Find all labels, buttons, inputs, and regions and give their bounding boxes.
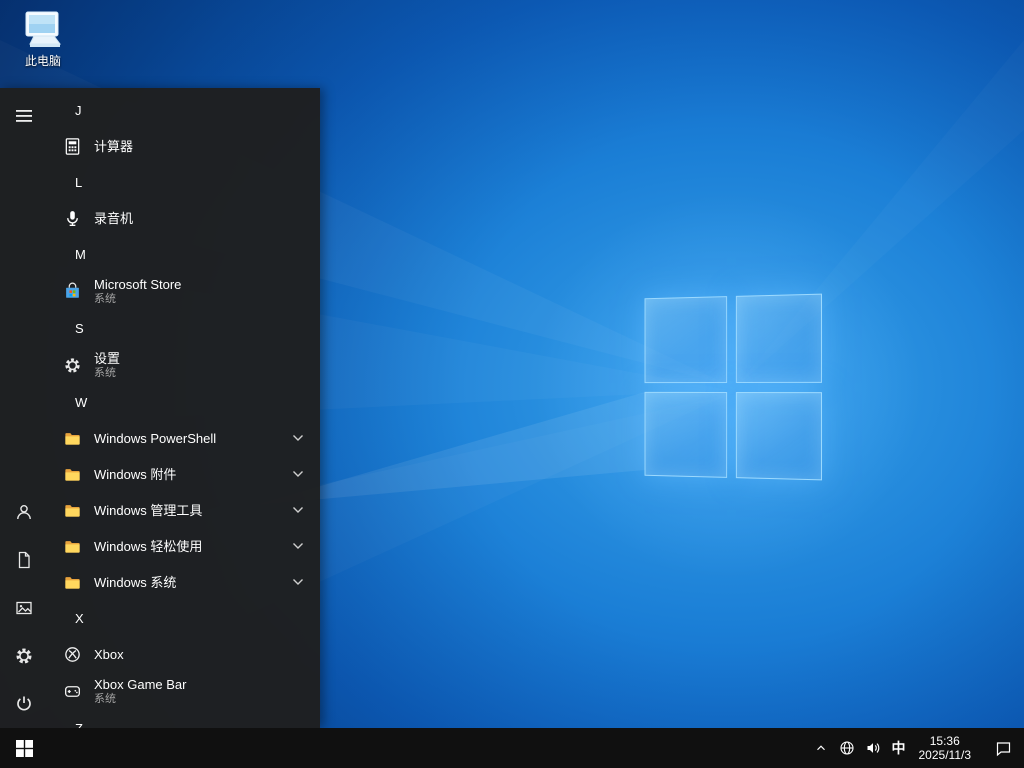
start-menu-folder-windows-accessories[interactable]: Windows 附件 (48, 456, 320, 492)
tray-volume-button[interactable] (860, 728, 886, 768)
folder-icon (60, 570, 84, 594)
power-button[interactable] (0, 680, 48, 728)
system-tray: 中 15:36 2025/11/3 (808, 728, 1024, 768)
section-letter-J[interactable]: J (48, 92, 320, 128)
app-sublabel: 系统 (94, 693, 187, 706)
folder-icon (60, 462, 84, 486)
section-letter-M[interactable]: M (48, 236, 320, 272)
app-label: Windows 附件 (94, 467, 176, 482)
this-pc-icon (20, 8, 66, 52)
store-icon (60, 279, 84, 303)
section-letter-label: J (75, 103, 82, 118)
xbox-icon (60, 642, 84, 666)
app-label: 计算器 (94, 139, 133, 154)
start-menu-item-xbox[interactable]: Xbox (48, 636, 320, 672)
start-menu-item-xbox-game-bar[interactable]: Xbox Game Bar 系统 (48, 672, 320, 710)
section-letter-X[interactable]: X (48, 600, 320, 636)
app-label: Windows 管理工具 (94, 503, 202, 518)
gear-icon (60, 353, 84, 377)
tray-ime-indicator[interactable]: 中 (886, 728, 912, 768)
start-menu-app-list: J 计算器 L 录音机 M Microsoft Store 系统 S 设置 系统… (48, 88, 320, 728)
section-letter-S[interactable]: S (48, 310, 320, 346)
app-label: Xbox Game Bar (94, 677, 187, 692)
windows-logo-pane (735, 294, 822, 383)
chevron-down-icon (292, 542, 304, 550)
documents-icon (14, 550, 34, 570)
chevron-down-icon (292, 434, 304, 442)
calculator-icon (60, 134, 84, 158)
app-label: 录音机 (94, 211, 133, 226)
section-letter-L[interactable]: L (48, 164, 320, 200)
windows-logo-pane (735, 392, 822, 481)
volume-icon (865, 740, 881, 756)
tray-clock[interactable]: 15:36 2025/11/3 (912, 728, 979, 768)
start-menu-item-settings[interactable]: 设置 系统 (48, 346, 320, 384)
power-icon (14, 694, 34, 714)
start-menu-rail (0, 88, 48, 728)
user-account-button[interactable] (0, 488, 48, 536)
start-menu-folder-windows-ease-of-access[interactable]: Windows 轻松使用 (48, 528, 320, 564)
app-label: Microsoft Store (94, 277, 181, 292)
network-icon (839, 740, 855, 756)
app-sublabel: 系统 (94, 293, 181, 306)
chevron-down-icon (292, 470, 304, 478)
settings-gear-icon (14, 646, 34, 666)
pictures-button[interactable] (0, 584, 48, 632)
start-menu-item-microsoft-store[interactable]: Microsoft Store 系统 (48, 272, 320, 310)
hamburger-icon (16, 110, 32, 122)
start-menu-folder-windows-powershell[interactable]: Windows PowerShell (48, 420, 320, 456)
section-letter-label: Z (75, 721, 83, 729)
start-button[interactable] (0, 728, 48, 768)
start-menu-item-voice-recorder[interactable]: 录音机 (48, 200, 320, 236)
user-icon (14, 502, 34, 522)
desktop-icon-label: 此电脑 (6, 54, 80, 69)
clock-time: 15:36 (930, 734, 960, 748)
windows-start-icon (16, 740, 33, 757)
start-menu-item-calculator[interactable]: 计算器 (48, 128, 320, 164)
microphone-icon (60, 206, 84, 230)
tray-show-hidden-icons-button[interactable] (808, 728, 834, 768)
ime-label: 中 (892, 738, 906, 758)
app-label: 设置 (94, 351, 120, 366)
app-sublabel: 系统 (94, 367, 120, 380)
section-letter-label: S (75, 321, 84, 336)
folder-icon (60, 498, 84, 522)
folder-icon (60, 426, 84, 450)
windows-logo-pane (645, 296, 727, 382)
section-letter-Z[interactable]: Z (48, 710, 320, 728)
chevron-up-icon (814, 741, 828, 755)
section-letter-label: X (75, 611, 84, 626)
section-letter-label: L (75, 175, 82, 190)
menu-expand-button[interactable] (0, 92, 48, 140)
windows-logo (645, 294, 822, 481)
section-letter-label: M (75, 247, 86, 262)
taskbar: 中 15:36 2025/11/3 (0, 728, 1024, 768)
app-label: Windows 轻松使用 (94, 539, 202, 554)
section-letter-label: W (75, 395, 87, 410)
chevron-down-icon (292, 578, 304, 586)
app-label: Xbox (94, 647, 124, 662)
app-label: Windows 系统 (94, 575, 176, 590)
tray-network-button[interactable] (834, 728, 860, 768)
action-center-icon (995, 740, 1012, 757)
xbox-game-bar-icon (60, 679, 84, 703)
start-menu-folder-windows-system[interactable]: Windows 系统 (48, 564, 320, 600)
section-letter-W[interactable]: W (48, 384, 320, 420)
documents-button[interactable] (0, 536, 48, 584)
start-menu-folder-windows-admin-tools[interactable]: Windows 管理工具 (48, 492, 320, 528)
pictures-icon (14, 598, 34, 618)
action-center-button[interactable] (986, 728, 1020, 768)
chevron-down-icon (292, 506, 304, 514)
desktop-icon-this-pc[interactable]: 此电脑 (6, 8, 80, 69)
settings-button[interactable] (0, 632, 48, 680)
start-menu: J 计算器 L 录音机 M Microsoft Store 系统 S 设置 系统… (0, 88, 320, 728)
folder-icon (60, 534, 84, 558)
windows-logo-pane (645, 391, 727, 477)
app-label: Windows PowerShell (94, 431, 216, 446)
clock-date: 2025/11/3 (919, 748, 972, 762)
